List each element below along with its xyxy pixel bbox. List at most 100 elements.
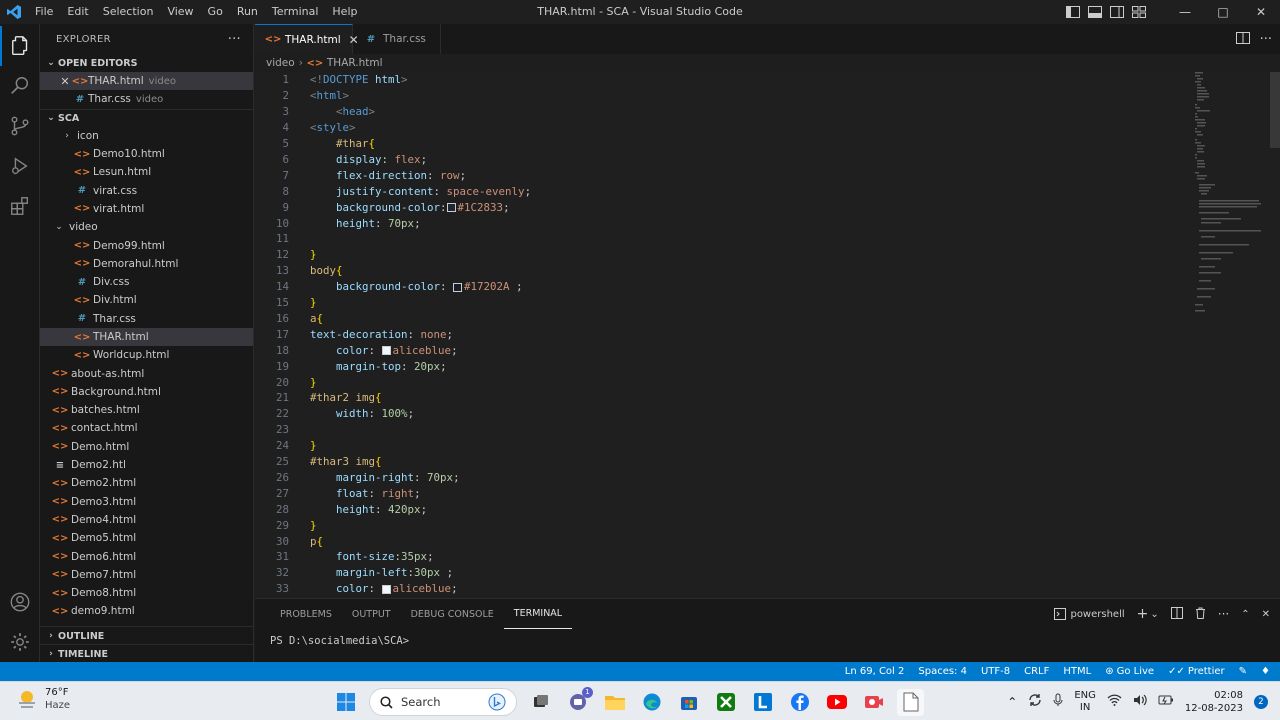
search-icon[interactable] <box>0 66 40 106</box>
file-item[interactable]: <> Demo3.html <box>40 493 253 511</box>
file-item[interactable]: <> virat.html <box>40 200 253 218</box>
file-item[interactable]: <> Demo99.html <box>40 236 253 254</box>
menu-item-go[interactable]: Go <box>201 0 230 24</box>
feedback-icon[interactable]: ✎ <box>1239 666 1247 677</box>
more-actions-icon[interactable]: ··· <box>1218 607 1229 621</box>
xbox-icon[interactable] <box>712 689 739 716</box>
sync-icon[interactable] <box>1028 693 1042 710</box>
battery-icon[interactable] <box>1158 694 1174 709</box>
screen-recorder-icon[interactable] <box>860 689 887 716</box>
file-explorer-icon[interactable] <box>601 689 628 716</box>
folder-item[interactable]: › icon <box>40 127 253 145</box>
customize-layout-icon[interactable] <box>1128 0 1150 24</box>
windows-start-icon[interactable] <box>332 689 359 716</box>
timeline-section[interactable]: › TIMELINE <box>40 645 254 663</box>
edge-browser-icon[interactable] <box>638 689 665 716</box>
file-item[interactable]: <> Div.html <box>40 291 253 309</box>
color-swatch[interactable] <box>446 203 456 213</box>
close-editor-icon[interactable]: ✕ <box>58 75 72 88</box>
panel-tab-output[interactable]: OUTPUT <box>342 599 401 629</box>
file-item[interactable]: # Thar.css <box>40 310 253 328</box>
notifications-bell-icon[interactable]: ♦ <box>1261 666 1270 677</box>
file-item[interactable]: # virat.css <box>40 181 253 199</box>
file-item[interactable]: <> Demo6.html <box>40 547 253 565</box>
maximize-icon[interactable]: □ <box>1204 0 1242 24</box>
open-editor-item[interactable]: ✕ <> THAR.html video <box>40 72 253 91</box>
menu-item-selection[interactable]: Selection <box>96 0 161 24</box>
file-item[interactable]: <> contact.html <box>40 419 253 437</box>
file-item[interactable]: <> Demo8.html <box>40 584 253 602</box>
panel-tab-debug-console[interactable]: DEBUG CONSOLE <box>401 599 504 629</box>
file-item[interactable]: <> THAR.html <box>40 327 253 347</box>
folder-item[interactable]: ⌄ video <box>40 218 253 236</box>
microsoft-store-icon[interactable] <box>675 689 702 716</box>
prettier-button[interactable]: ✓✓ Prettier <box>1168 666 1225 677</box>
code-editor[interactable]: 1 <!DOCTYPE html> 2 <html> 3 <head> 4 <style> 5… <box>255 72 1280 598</box>
file-item[interactable]: # Div.css <box>40 273 253 291</box>
trash-icon[interactable] <box>1195 607 1206 622</box>
run-debug-icon[interactable] <box>0 146 40 186</box>
file-item[interactable]: <> Demo10.html <box>40 145 253 163</box>
terminal-prompt[interactable]: PS D:\socialmedia\SCA> <box>270 635 409 647</box>
tab-thar-html[interactable]: <> THAR.html ✕ <box>255 24 359 54</box>
youtube-icon[interactable] <box>823 689 850 716</box>
microphone-icon[interactable] <box>1053 693 1063 710</box>
cursor-position[interactable]: Ln 69, Col 2 <box>845 666 905 677</box>
taskbar-search[interactable]: Search <box>369 688 517 716</box>
file-item[interactable]: <> Worldcup.html <box>40 346 253 364</box>
outline-section[interactable]: › OUTLINE <box>40 627 254 645</box>
weather-widget[interactable]: 76°F Haze <box>16 686 70 712</box>
new-terminal-icon[interactable]: + <box>1137 606 1149 622</box>
file-item[interactable]: <> Demo7.html <box>40 566 253 584</box>
line-ending[interactable]: CRLF <box>1024 666 1049 677</box>
minimap[interactable] <box>1185 72 1273 322</box>
file-item[interactable]: <> Demo4.html <box>40 511 253 529</box>
wifi-icon[interactable] <box>1107 694 1122 709</box>
terminal-name[interactable]: powershell <box>1070 609 1124 620</box>
workspace-section[interactable]: ⌄ SCA <box>40 108 253 127</box>
color-swatch[interactable] <box>453 282 463 292</box>
more-actions-icon[interactable]: ··· <box>228 32 241 47</box>
file-item[interactable]: ≡ Demo2.htl <box>40 456 253 474</box>
toggle-secondary-sidebar-icon[interactable] <box>1106 0 1128 24</box>
task-view-icon[interactable] <box>527 689 554 716</box>
explorer-icon[interactable] <box>0 26 40 66</box>
menu-item-file[interactable]: File <box>28 0 60 24</box>
notepad-document-icon[interactable] <box>897 688 924 716</box>
split-editor-icon[interactable] <box>1235 31 1250 47</box>
indentation[interactable]: Spaces: 4 <box>918 666 967 677</box>
extensions-icon[interactable] <box>0 186 40 226</box>
l-app-icon[interactable] <box>749 689 776 716</box>
color-swatch[interactable] <box>381 346 391 356</box>
close-panel-icon[interactable]: ✕ <box>1262 609 1270 620</box>
maximize-panel-icon[interactable]: ⌃ <box>1241 609 1249 620</box>
file-item[interactable]: <> Demorahul.html <box>40 255 253 273</box>
file-item[interactable]: <> about-as.html <box>40 364 253 382</box>
color-swatch[interactable] <box>381 584 391 594</box>
input-language[interactable]: ENG IN <box>1074 690 1096 714</box>
file-item[interactable]: <> Demo2.html <box>40 474 253 492</box>
open-editors-section[interactable]: ⌄ OPEN EDITORS <box>40 54 253 72</box>
file-item[interactable]: <> Demo5.html <box>40 529 253 547</box>
file-item[interactable]: <> batches.html <box>40 401 253 419</box>
chevron-up-icon[interactable]: ⌃ <box>1007 695 1017 709</box>
teams-chat-icon[interactable]: 1 <box>564 686 593 716</box>
menu-item-view[interactable]: View <box>160 0 200 24</box>
source-control-icon[interactable] <box>0 106 40 146</box>
tab-thar-css[interactable]: # Thar.css <box>353 24 441 54</box>
notification-count-badge[interactable]: 2 <box>1254 694 1268 709</box>
encoding[interactable]: UTF-8 <box>981 666 1010 677</box>
split-terminal-icon[interactable] <box>1170 606 1183 622</box>
panel-tab-problems[interactable]: PROBLEMS <box>270 599 342 629</box>
open-editor-item[interactable]: # Thar.css video <box>40 90 253 108</box>
account-icon[interactable] <box>0 582 40 622</box>
more-actions-icon[interactable]: ··· <box>1260 32 1272 47</box>
language-mode[interactable]: HTML <box>1063 666 1091 677</box>
chevron-down-icon[interactable]: ⌄ <box>1150 609 1158 620</box>
panel-tab-terminal[interactable]: TERMINAL <box>503 599 573 629</box>
breadcrumb-folder[interactable]: video <box>266 57 295 69</box>
go-live-button[interactable]: ⊛ Go Live <box>1105 666 1154 677</box>
clock[interactable]: 02:08 12-08-2023 <box>1185 689 1243 715</box>
editor-scrollbar[interactable] <box>1270 72 1280 148</box>
facebook-icon[interactable] <box>786 689 813 716</box>
